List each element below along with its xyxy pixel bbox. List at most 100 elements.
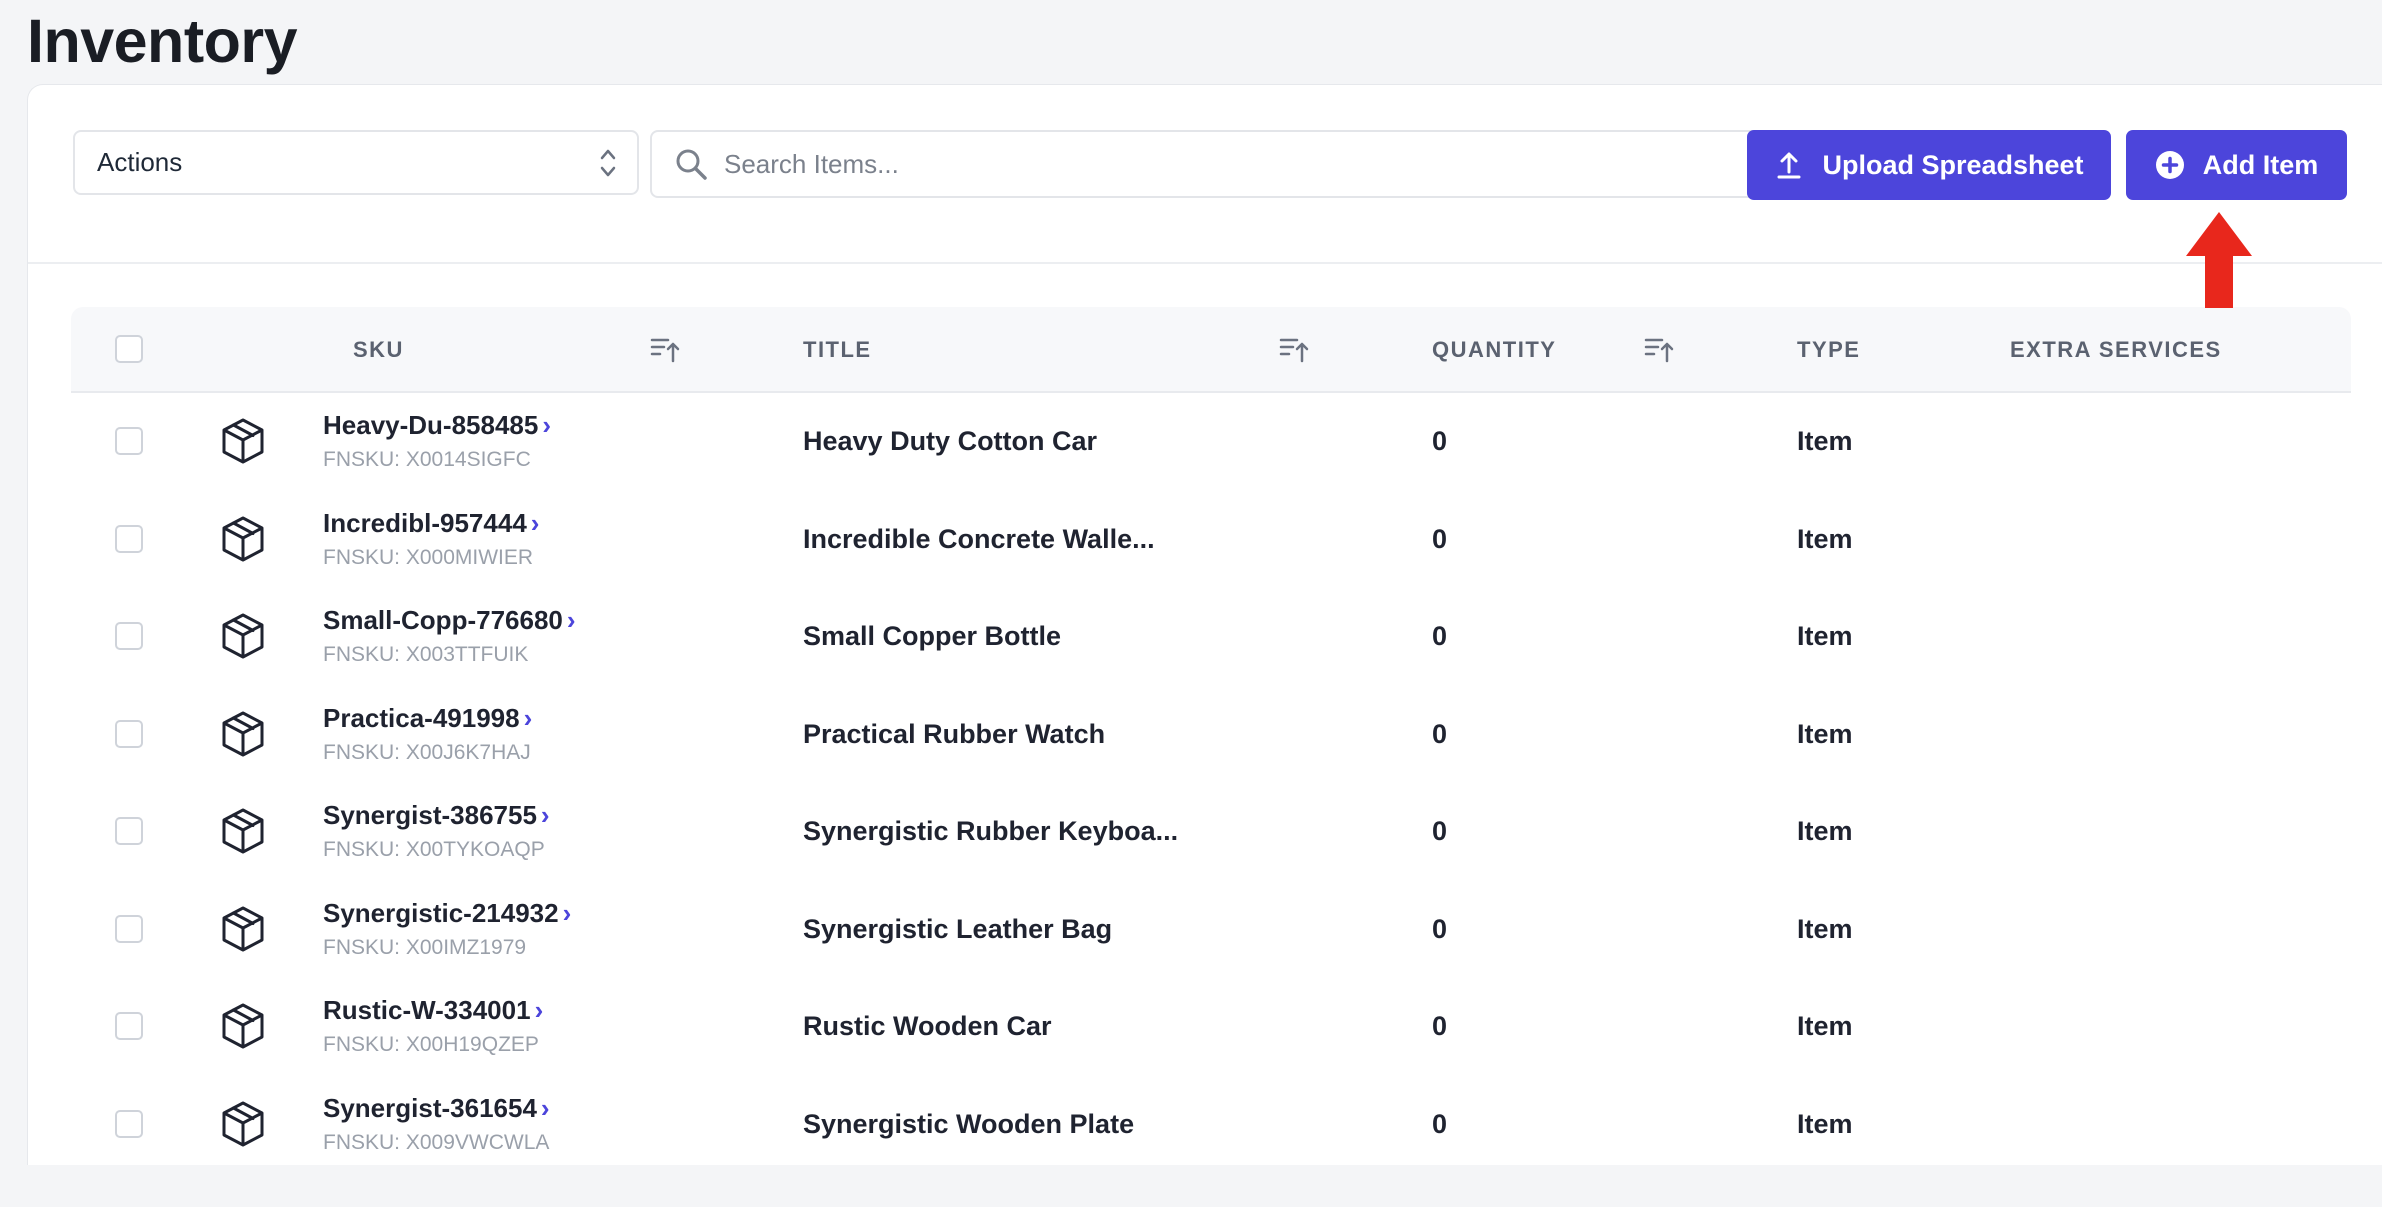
table-row[interactable]: Synergist-361654 › FNSKU: X009VWCWLA Synerg… — [71, 1075, 2351, 1173]
sku-text: Practica-491998 — [323, 702, 520, 733]
item-quantity: 0 — [1432, 718, 1448, 749]
table-row[interactable]: Heavy-Du-858485 › FNSKU: X0014SIGFC Heavy D… — [71, 392, 2351, 490]
sku-link[interactable]: Synergist-386755 › — [323, 800, 550, 831]
actions-select[interactable]: Actions — [73, 130, 639, 195]
toolbar-divider — [28, 262, 2382, 264]
sku-text: Incredibl-957444 — [323, 507, 527, 538]
table-row[interactable]: Synergist-386755 › FNSKU: X00TYKOAQP Synerg… — [71, 782, 2351, 880]
fnsku-text: FNSKU: X00H19QZEP — [323, 1033, 539, 1056]
item-title: Synergistic Leather Bag — [803, 913, 1113, 944]
item-title: Synergistic Rubber Keyboa... — [803, 816, 1179, 846]
select-all-checkbox[interactable] — [115, 335, 143, 363]
table-header: SKU TITLE QUANTITY TYPE EXTRA SERVICES — [71, 307, 2351, 393]
sku-link[interactable]: Synergist-361654 › — [323, 1093, 550, 1124]
row-checkbox[interactable] — [115, 719, 143, 748]
inventory-card: Actions Upload Spreadsheet Add Item — [27, 84, 2382, 1165]
fnsku-text: FNSKU: X00IMZ1979 — [323, 935, 527, 959]
item-type: Item — [1797, 1108, 1853, 1139]
item-quantity: 0 — [1432, 1011, 1448, 1041]
chevron-right-icon: › — [540, 1092, 550, 1123]
sku-text: Synergistic-214932 — [323, 897, 559, 928]
package-icon — [222, 1101, 264, 1146]
sku-link[interactable]: Incredibl-957444 › — [323, 508, 539, 539]
plus-circle-icon — [2155, 151, 2184, 179]
item-title: Heavy Duty Cotton Car — [803, 426, 1098, 456]
fnsku-text: FNSKU: X003TTFUIK — [323, 643, 529, 666]
sku-text: Synergist-361654 — [323, 1092, 537, 1123]
sku-link[interactable]: Rustic-W-334001 › — [323, 995, 543, 1026]
row-checkbox[interactable] — [115, 817, 143, 845]
upload-spreadsheet-button[interactable]: Upload Spreadsheet — [1747, 130, 2111, 200]
search-box — [650, 130, 1768, 198]
search-input[interactable] — [722, 147, 1626, 181]
table-row[interactable]: Incredibl-957444 › FNSKU: X000MIWIER Incred… — [71, 490, 2351, 588]
sku-link[interactable]: Synergistic-214932 › — [323, 898, 571, 929]
red-up-arrow-annotation — [2186, 212, 2252, 308]
page-title: Inventory — [27, 7, 298, 75]
fnsku-text: FNSKU: X009VWCWLA — [323, 1130, 550, 1154]
package-icon — [222, 418, 264, 464]
table-row[interactable]: Synergistic-214932 › FNSKU: X00IMZ1979 Syne… — [71, 880, 2351, 978]
row-checkbox[interactable] — [115, 914, 143, 943]
sort-ascending-icon[interactable] — [649, 333, 681, 365]
row-checkbox[interactable] — [115, 524, 143, 553]
column-header-quantity[interactable]: QUANTITY — [1432, 337, 1556, 363]
chevron-up-down-icon — [600, 149, 616, 177]
sort-ascending-icon[interactable] — [1643, 333, 1675, 365]
item-type: Item — [1797, 718, 1853, 749]
chevron-right-icon: › — [562, 897, 572, 928]
add-item-label: Add Item — [2202, 149, 2319, 180]
item-type: Item — [1797, 1011, 1853, 1041]
fnsku-text: FNSKU: X00J6K7HAJ — [323, 740, 531, 764]
item-quantity: 0 — [1432, 1108, 1448, 1139]
item-title: Rustic Wooden Car — [803, 1011, 1052, 1041]
package-icon — [222, 613, 264, 659]
sku-link[interactable]: Heavy-Du-858485 › — [323, 410, 551, 441]
sku-text: Heavy-Du-858485 — [323, 410, 539, 440]
row-checkbox[interactable] — [115, 1109, 143, 1138]
upload-spreadsheet-label: Upload Spreadsheet — [1822, 149, 2084, 180]
search-icon — [676, 149, 707, 180]
table-row[interactable]: Practica-491998 › FNSKU: X00J6K7HAJ Practic… — [71, 685, 2351, 783]
package-icon — [222, 516, 264, 561]
sku-text: Rustic-W-334001 — [323, 995, 531, 1025]
item-quantity: 0 — [1432, 621, 1448, 651]
fnsku-text: FNSKU: X0014SIGFC — [323, 448, 531, 471]
chevron-right-icon: › — [540, 800, 550, 830]
table-row[interactable]: Rustic-W-334001 › FNSKU: X00H19QZEP Rustic … — [71, 977, 2351, 1075]
package-icon — [222, 808, 264, 854]
package-icon — [222, 906, 264, 951]
column-header-title[interactable]: TITLE — [803, 337, 872, 363]
row-checkbox[interactable] — [115, 427, 143, 455]
inventory-table: SKU TITLE QUANTITY TYPE EXTRA SERVICES H… — [71, 307, 2351, 1207]
sku-text: Small-Copp-776680 — [323, 605, 563, 635]
upload-icon — [1777, 152, 1801, 179]
item-type: Item — [1797, 913, 1853, 944]
chevron-right-icon: › — [566, 605, 576, 635]
item-quantity: 0 — [1432, 816, 1448, 846]
column-header-extra-services: EXTRA SERVICES — [2010, 337, 2222, 362]
chevron-right-icon: › — [534, 995, 544, 1025]
actions-select-value: Actions — [97, 147, 183, 177]
package-icon — [222, 711, 264, 756]
fnsku-text: FNSKU: X000MIWIER — [323, 545, 534, 569]
item-title: Synergistic Wooden Plate — [803, 1108, 1135, 1139]
item-title: Small Copper Bottle — [803, 621, 1062, 651]
item-type: Item — [1797, 816, 1853, 846]
row-checkbox[interactable] — [115, 622, 143, 650]
row-checkbox[interactable] — [115, 1012, 143, 1040]
package-icon — [222, 1003, 264, 1049]
item-title: Incredible Concrete Walle... — [803, 523, 1155, 554]
item-type: Item — [1797, 523, 1853, 554]
sku-text: Synergist-386755 — [323, 800, 537, 830]
item-title: Practical Rubber Watch — [803, 718, 1106, 749]
sku-link[interactable]: Small-Copp-776680 › — [323, 605, 576, 636]
item-type: Item — [1797, 426, 1853, 456]
add-item-button[interactable]: Add Item — [2126, 130, 2347, 200]
table-row[interactable]: Small-Copp-776680 › FNSKU: X003TTFUIK Small… — [71, 587, 2351, 685]
sku-link[interactable]: Practica-491998 › — [323, 703, 532, 734]
column-header-sku[interactable]: SKU — [353, 337, 404, 363]
sort-ascending-icon[interactable] — [1278, 333, 1310, 365]
item-quantity: 0 — [1432, 426, 1448, 456]
item-quantity: 0 — [1432, 523, 1448, 554]
